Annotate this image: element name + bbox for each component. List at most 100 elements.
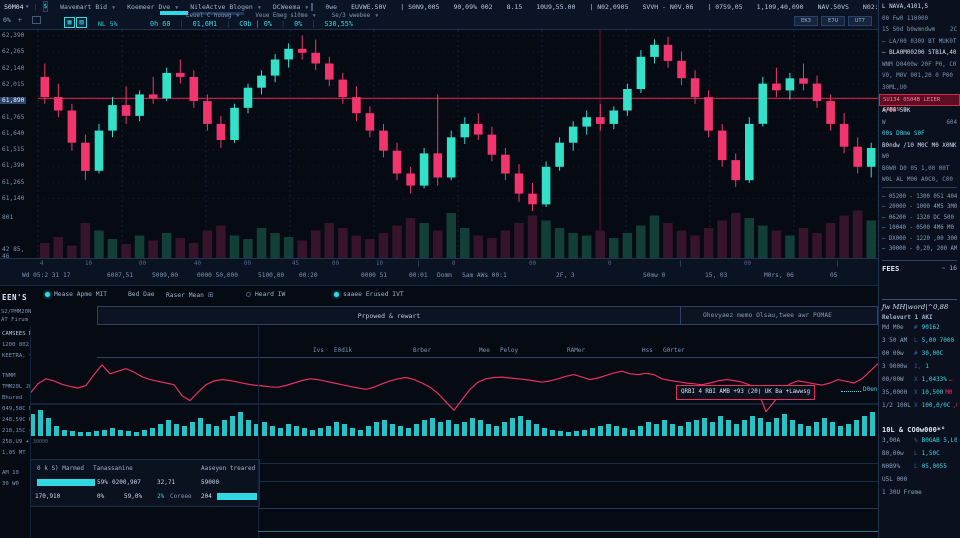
oscillator-chart[interactable] [30, 360, 878, 440]
ladder-text: — 30000 - 0,20, 200 AM0 [882, 246, 957, 252]
sidebar-row-2[interactable]: 15 S0d b0wmndwm2C [882, 25, 957, 37]
metric-row-3: U5L 000 [882, 473, 957, 486]
menu-dcweema[interactable]: DCWeema ▼ [273, 3, 308, 11]
layout-toggle-icon[interactable]: ▨ [76, 17, 87, 28]
col-header-3: Mee [479, 347, 490, 354]
x-minor-5: 45 [292, 261, 299, 267]
ladder-row-0[interactable]: — 05200 - 1300 051 4040 6,60 [882, 192, 957, 203]
ladder-row-3[interactable]: — 10040 - 0500 4M6 M0 0 ,004 [882, 223, 957, 234]
toolbar-stat-5: | N02,0905 [589, 3, 628, 11]
sidebar-row-9[interactable]: A/00 50K [882, 106, 957, 118]
sidebar-row-5[interactable]: WNM D0400w 20F P0, C0V [882, 60, 957, 72]
user-icon[interactable] [32, 16, 41, 24]
left-list-item[interactable]: AM 10 [0, 468, 30, 479]
left-list-item[interactable]: 258,U9 + [0, 437, 30, 448]
metric-row-1: 3 50 AML5,00 7000 [882, 334, 957, 347]
x-label-4: 5100,00 [258, 272, 284, 279]
sidebar-row-13[interactable]: W0 [882, 152, 957, 164]
left-list-item[interactable]: TNMM [0, 371, 30, 382]
sidebar-row-6[interactable]: V0, M0V 001,20 0 P00 [882, 71, 957, 83]
tab-proposed[interactable]: Prpowed & rewart [98, 307, 681, 324]
col-header-6: Hss [642, 347, 653, 354]
grid-icon: ⊞ [208, 291, 214, 299]
left-list-item[interactable]: CAMSEES M [0, 329, 30, 340]
sidebar-row-text: — BLA0M00200 STB1A,40 [882, 48, 956, 60]
left-list-item[interactable]: 248,59C b [0, 415, 30, 426]
table-cell: Coreee [170, 493, 192, 500]
sidebar-row-3[interactable]: — LA/00 0309 BT MUK0T [882, 37, 957, 49]
x-label-1: 6007,51 [107, 272, 133, 279]
legend-item-4[interactable]: saaee Erused IVT [334, 291, 404, 298]
left-list-item[interactable]: 218,15C 4 [0, 426, 30, 437]
toolbar-submenus: Eeuel C huuwg ▼ Veue Emeg s10me ▼ Se/3 wwe… [186, 13, 378, 19]
left-list-item[interactable]: TMM20L JED [0, 382, 30, 393]
ladder-row-2[interactable]: — 06200 - 1320 DC 500 204 ,L [882, 213, 957, 224]
submenu-2[interactable]: Se/3 wwebee ▼ [332, 13, 378, 19]
metric-label: 1 30U Freme [882, 486, 922, 499]
x-label-11: S0mw 0 [643, 272, 665, 279]
divider: | [311, 20, 315, 28]
ladder-row-1[interactable]: — 20000 - 1000 4M5 3M0 ,40 [882, 202, 957, 213]
fees-label: FEES [882, 264, 899, 273]
metric-label: 35,0000 [882, 386, 910, 399]
left-list-item[interactable]: Bhured [0, 393, 30, 404]
metric-operator: X [914, 399, 918, 412]
margin-summary-table[interactable]: 0 k S) MarmedTanassanineAaseyen treared5… [30, 459, 260, 507]
legend-item-1[interactable]: Bed Dae [128, 291, 155, 298]
mini-button-ut7[interactable]: UT7 [848, 16, 872, 26]
menu-wavemart-bid[interactable]: Wavemart Bid ▼ [60, 3, 115, 11]
tab-overlay[interactable]: Ohevyaez memo Olsau,twee awr POMAE [681, 307, 877, 324]
legend-item-3[interactable]: Heard IW [246, 291, 285, 298]
legend-item-2[interactable]: Raser Mean⊞ [166, 291, 214, 299]
metric-label: 3 50 AM [882, 334, 910, 347]
toolbar-stat-10: N02: [863, 3, 879, 11]
metric-row-2: N0B9%L05,0055 [882, 460, 957, 473]
alert-row[interactable]: SU134 0504B LEIER GRBIN U [879, 94, 960, 106]
divider: | [281, 20, 285, 28]
menu-koemeer-dve[interactable]: Koemeer Dve ▼ [127, 3, 178, 11]
sidebar-row-text: 00s D0me S0F [882, 129, 925, 141]
mini-button-ek3[interactable]: EK3 [794, 16, 818, 26]
left-list-item[interactable]: 1200 802 + [0, 340, 30, 351]
zoom-control-1[interactable]: + [18, 16, 22, 24]
menu-nileactve-blogen[interactable]: NileActve Blogen ▼ [190, 3, 261, 11]
mini-button-e7u[interactable]: E7U [821, 16, 845, 26]
sidebar-row-11[interactable]: 00s D0me S0F [882, 129, 957, 141]
sidebar-row-1[interactable]: 00 Fw0 110000 [882, 14, 957, 26]
toolbar-substats: 0h 60|01,6M1|C0b | 0%|0%|S30,55% [150, 20, 353, 28]
formula-header: ƒw MH|word|^0,88 [882, 299, 957, 311]
sidebar-row-15[interactable]: W0L AL M00 A0C0, C00 040L [882, 175, 957, 188]
candlestick-chart[interactable] [0, 30, 878, 258]
ladder-row-5[interactable]: — 30000 - 0,20, 200 AM0 1704 [882, 244, 957, 255]
sidebar-row-text: — LA/00 0309 BT MUK0T [882, 37, 956, 49]
row-separator-1 [258, 463, 878, 464]
chart-annotation[interactable]: QRBI 4 RBI AMB +93 (20) UK Ba +Lawwsg [676, 385, 815, 400]
panel-icon[interactable] [311, 3, 313, 11]
legend-item-0[interactable]: Mease Apme MIT [45, 291, 107, 298]
left-list-item[interactable]: KEETRA, ~ [0, 351, 30, 362]
sidebar-row-7[interactable]: 30ML,U0 [882, 83, 957, 95]
sidebar-row-14[interactable]: B0W0 D0 05 1,00 00T [882, 164, 957, 176]
chevron-down-icon: ▼ [172, 5, 178, 11]
left-watch-list: CAMSEES M1200 802 +KEETRA, ~ TNMMTMM20L J… [0, 329, 30, 490]
sidebar-row-0[interactable]: L NAVA,4101,5 [882, 2, 957, 14]
x-label-7: 00:01 [409, 272, 428, 279]
left-list-item[interactable]: 049,58C B [0, 404, 30, 415]
ladder-row-4[interactable]: — DX000 - 1220 ,00 3000 3014 [882, 234, 957, 245]
submenu-0[interactable]: Eeuel C huuwg ▼ [186, 13, 239, 19]
symbol-selector[interactable]: S0M04 [4, 3, 24, 11]
sidebar-row-value: 2C [950, 25, 957, 37]
metric-label: U5L 000 [882, 473, 910, 486]
x-minor-2: 00 [139, 261, 146, 267]
sidebar-row-10[interactable]: W604 [882, 118, 957, 130]
sidebar-row-4[interactable]: — BLA0M00200 STB1A,40 [882, 48, 957, 60]
left-list-item[interactable]: 30 W0 [0, 479, 30, 490]
sidebar-row-12[interactable]: B0ndw /10 M0C M0 X0NK S0 [882, 141, 957, 153]
left-list-item[interactable]: 1,05 MT [0, 448, 30, 459]
submenu-1[interactable]: Veue Emeg s10me ▼ [255, 13, 315, 19]
divider: | [34, 3, 38, 11]
annotation-tail-label: D0en [863, 386, 877, 393]
grid-toggle-icon[interactable]: ▦ [64, 17, 75, 28]
zoom-control-0[interactable]: 0% [3, 16, 11, 24]
metric-operator: 1, [914, 360, 921, 373]
